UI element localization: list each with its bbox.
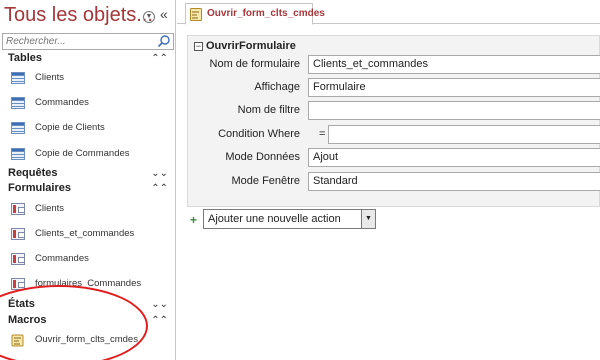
- search-icon[interactable]: [156, 34, 172, 49]
- chevron-down-icon[interactable]: ⌄⌄: [151, 166, 168, 181]
- arg-label: Condition Where: [218, 128, 300, 140]
- form-icon: [11, 203, 25, 215]
- group-tables[interactable]: Tables ⌃⌃: [0, 51, 176, 66]
- form-icon: [11, 228, 25, 240]
- filter-name-field[interactable]: [308, 101, 600, 120]
- arg-label: Nom de filtre: [237, 104, 300, 116]
- nav-item-form-clients-et-commandes[interactable]: Clients_et_commandes: [0, 224, 176, 244]
- add-icon: +: [190, 213, 198, 227]
- nav-item-label: Copie de Clients: [35, 122, 105, 133]
- table-icon: [11, 148, 25, 160]
- macro-action-block[interactable]: − OuvrirFormulaire Nom de formulaire Cli…: [187, 35, 600, 207]
- nav-item-label: Copie de Commandes: [35, 148, 130, 159]
- document-tab-bar: Ouvrir_form_clts_cmdes: [177, 0, 600, 25]
- search-box[interactable]: [2, 33, 174, 50]
- macro-icon: [190, 8, 202, 21]
- table-icon: [11, 72, 25, 84]
- macro-action-name: OuvrirFormulaire: [206, 40, 296, 52]
- nav-item-table-copie-clients[interactable]: Copie de Clients: [0, 118, 176, 138]
- window-mode-field[interactable]: Standard: [308, 172, 600, 191]
- table-icon: [11, 97, 25, 109]
- nav-item-label: Clients: [35, 203, 65, 214]
- group-forms[interactable]: Formulaires ⌃⌃: [0, 181, 176, 196]
- macro-designer: − OuvrirFormulaire Nom de formulaire Cli…: [177, 25, 600, 360]
- add-action-select[interactable]: Ajouter une nouvelle action ▼: [203, 209, 376, 229]
- search-input[interactable]: [3, 34, 153, 49]
- nav-item-label: Clients: [35, 72, 65, 83]
- chevron-up-icon[interactable]: ⌃⌃: [151, 181, 168, 196]
- tab-ouvrir-form-clts-cmdes[interactable]: Ouvrir_form_clts_cmdes: [185, 3, 325, 25]
- nav-item-form-commandes[interactable]: Commandes: [0, 249, 176, 269]
- nav-item-table-clients[interactable]: Clients: [0, 68, 176, 88]
- nav-item-label: Commandes: [35, 253, 89, 264]
- nav-item-form-clients[interactable]: Clients: [0, 199, 176, 219]
- tab-label: Ouvrir_form_clts_cmdes: [207, 8, 325, 19]
- chevron-down-icon[interactable]: ▼: [143, 11, 155, 23]
- where-condition-field[interactable]: [328, 125, 600, 144]
- chevron-up-icon[interactable]: ⌃⌃: [151, 313, 168, 328]
- data-mode-field[interactable]: Ajout: [308, 148, 600, 167]
- navigation-pane: Tous les objets... ▼ « Tables ⌃⌃ Clients…: [0, 0, 176, 360]
- chevron-up-icon[interactable]: ⌃⌃: [151, 51, 168, 66]
- group-label: Formulaires: [8, 182, 71, 194]
- nav-item-label: Commandes: [35, 97, 89, 108]
- nav-pane-title[interactable]: Tous les objets...: [4, 4, 153, 27]
- group-label: Requêtes: [8, 167, 58, 179]
- arg-label: Mode Fenêtre: [231, 175, 300, 187]
- form-icon: [11, 253, 25, 265]
- form-name-field[interactable]: Clients_et_commandes: [308, 55, 600, 74]
- access-window: Tous les objets... ▼ « Tables ⌃⌃ Clients…: [0, 0, 600, 360]
- group-label: Tables: [8, 52, 43, 64]
- arg-label: Mode Données: [225, 151, 300, 163]
- nav-item-table-copie-commandes[interactable]: Copie de Commandes: [0, 144, 176, 164]
- add-action-label: Ajouter une nouvelle action: [208, 213, 341, 225]
- arg-label: Affichage: [254, 81, 300, 93]
- nav-item-table-commandes[interactable]: Commandes: [0, 93, 176, 113]
- collapse-icon[interactable]: −: [194, 42, 203, 51]
- view-field[interactable]: Formulaire: [308, 78, 600, 97]
- nav-item-label: Clients_et_commandes: [35, 228, 135, 239]
- chevron-down-icon[interactable]: ⌄⌄: [151, 297, 168, 312]
- group-queries[interactable]: Requêtes ⌄⌄: [0, 166, 176, 181]
- table-icon: [11, 122, 25, 134]
- arg-label: Nom de formulaire: [209, 58, 300, 70]
- dropdown-arrow-icon[interactable]: ▼: [361, 210, 375, 228]
- where-equals-sign: =: [319, 128, 326, 140]
- collapse-pane-icon[interactable]: «: [160, 6, 168, 22]
